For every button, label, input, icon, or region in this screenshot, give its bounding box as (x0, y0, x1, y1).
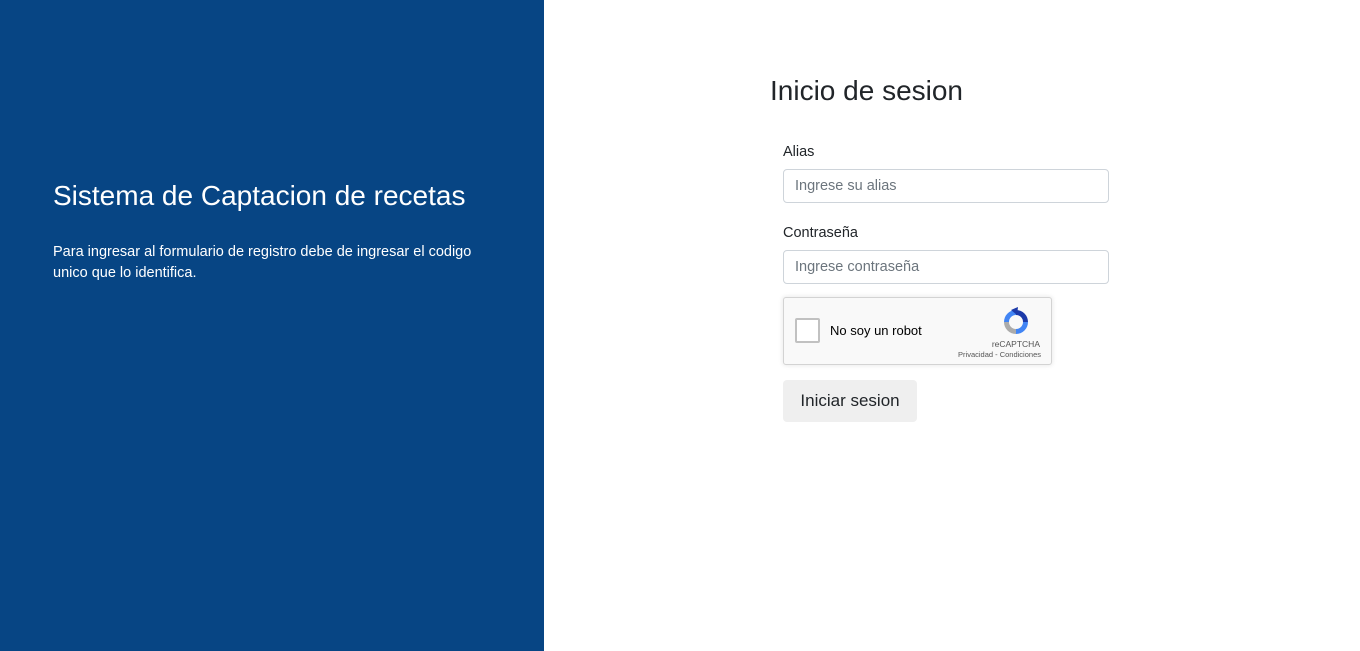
login-button[interactable]: Iniciar sesion (783, 380, 917, 422)
system-title: Sistema de Captacion de recetas (53, 180, 466, 211)
password-label: Contraseña (783, 225, 858, 241)
alias-label: Alias (783, 144, 815, 160)
login-page: Sistema de Captacion de recetas Para ing… (0, 0, 1360, 651)
info-panel: Sistema de Captacion de recetas Para ing… (0, 0, 544, 651)
recaptcha-checkbox[interactable] (795, 318, 820, 343)
login-form-panel: Inicio de sesion Alias Contraseña No soy… (544, 0, 1360, 651)
login-title: Inicio de sesion (770, 75, 964, 106)
recaptcha-widget: No soy un robot reCAPTCHA Privacidad - C… (783, 297, 1052, 365)
recaptcha-logo-icon (1004, 307, 1028, 334)
password-input[interactable] (783, 250, 1109, 284)
system-description: Para ingresar al formulario de registro … (53, 244, 472, 281)
recaptcha-privacy-links[interactable]: Privacidad - Condiciones (958, 350, 1041, 360)
recaptcha-label: No soy un robot (830, 323, 922, 338)
alias-input[interactable] (783, 169, 1109, 203)
recaptcha-brand: reCAPTCHA (991, 339, 1040, 349)
